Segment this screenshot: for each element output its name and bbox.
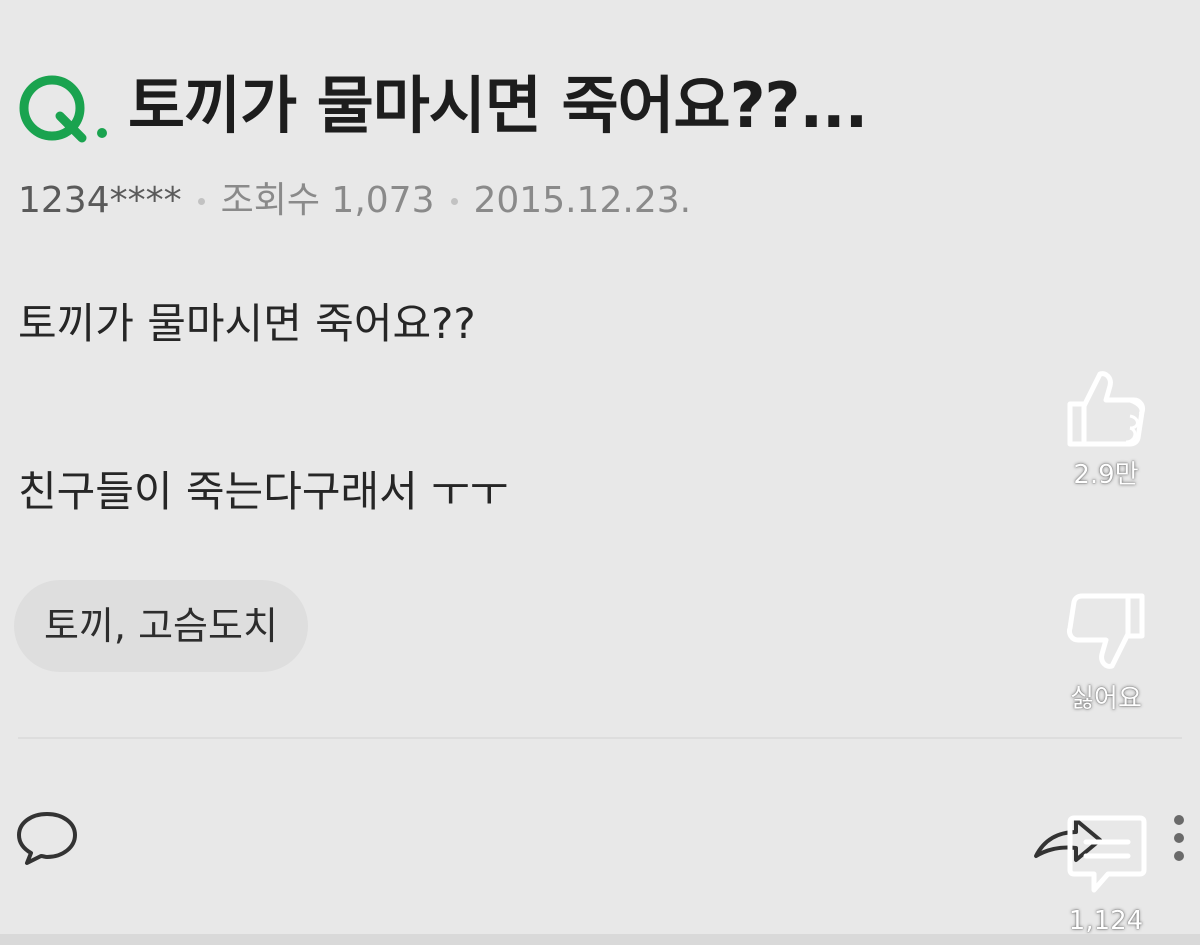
vertical-dots-icon[interactable] [1166, 812, 1192, 864]
speech-bubble-icon[interactable] [14, 808, 80, 868]
question-meta: 1234**** 조회수 1,073 2015.12.23. [18, 178, 691, 224]
author-id[interactable]: 1234**** [18, 178, 182, 224]
like-button[interactable]: 2.9만 [1046, 366, 1166, 492]
view-count: 조회수 1,073 [220, 180, 435, 221]
q-badge-icon [14, 70, 114, 150]
meta-separator [197, 197, 205, 205]
question-title: 토끼가 물마시면 죽어요??... [128, 69, 868, 142]
comment-count: 1,124 [1068, 906, 1144, 936]
thumbs-up-icon [1067, 371, 1145, 447]
divider [18, 737, 1182, 739]
dislike-button[interactable]: 싫어요 [1046, 590, 1166, 716]
like-count: 2.9만 [1073, 460, 1139, 490]
tag-chip[interactable]: 토끼, 고슴도치 [14, 580, 308, 672]
question-body-line: 토끼가 물마시면 죽어요?? [18, 299, 476, 348]
dislike-label: 싫어요 [1070, 684, 1142, 714]
comment-lines-icon [1067, 815, 1147, 893]
question-page: 토끼가 물마시면 죽어요??... 1234**** 조회수 1,073 201… [0, 0, 1200, 945]
comments-button[interactable]: 1,124 [1046, 812, 1166, 938]
meta-separator [450, 197, 458, 205]
bottom-bar-edge [0, 934, 1200, 945]
thumbs-down-icon [1067, 593, 1145, 669]
question-body-line: 친구들이 죽는다구래서 ㅜㅜ [18, 467, 509, 516]
post-date: 2015.12.23. [473, 180, 692, 221]
